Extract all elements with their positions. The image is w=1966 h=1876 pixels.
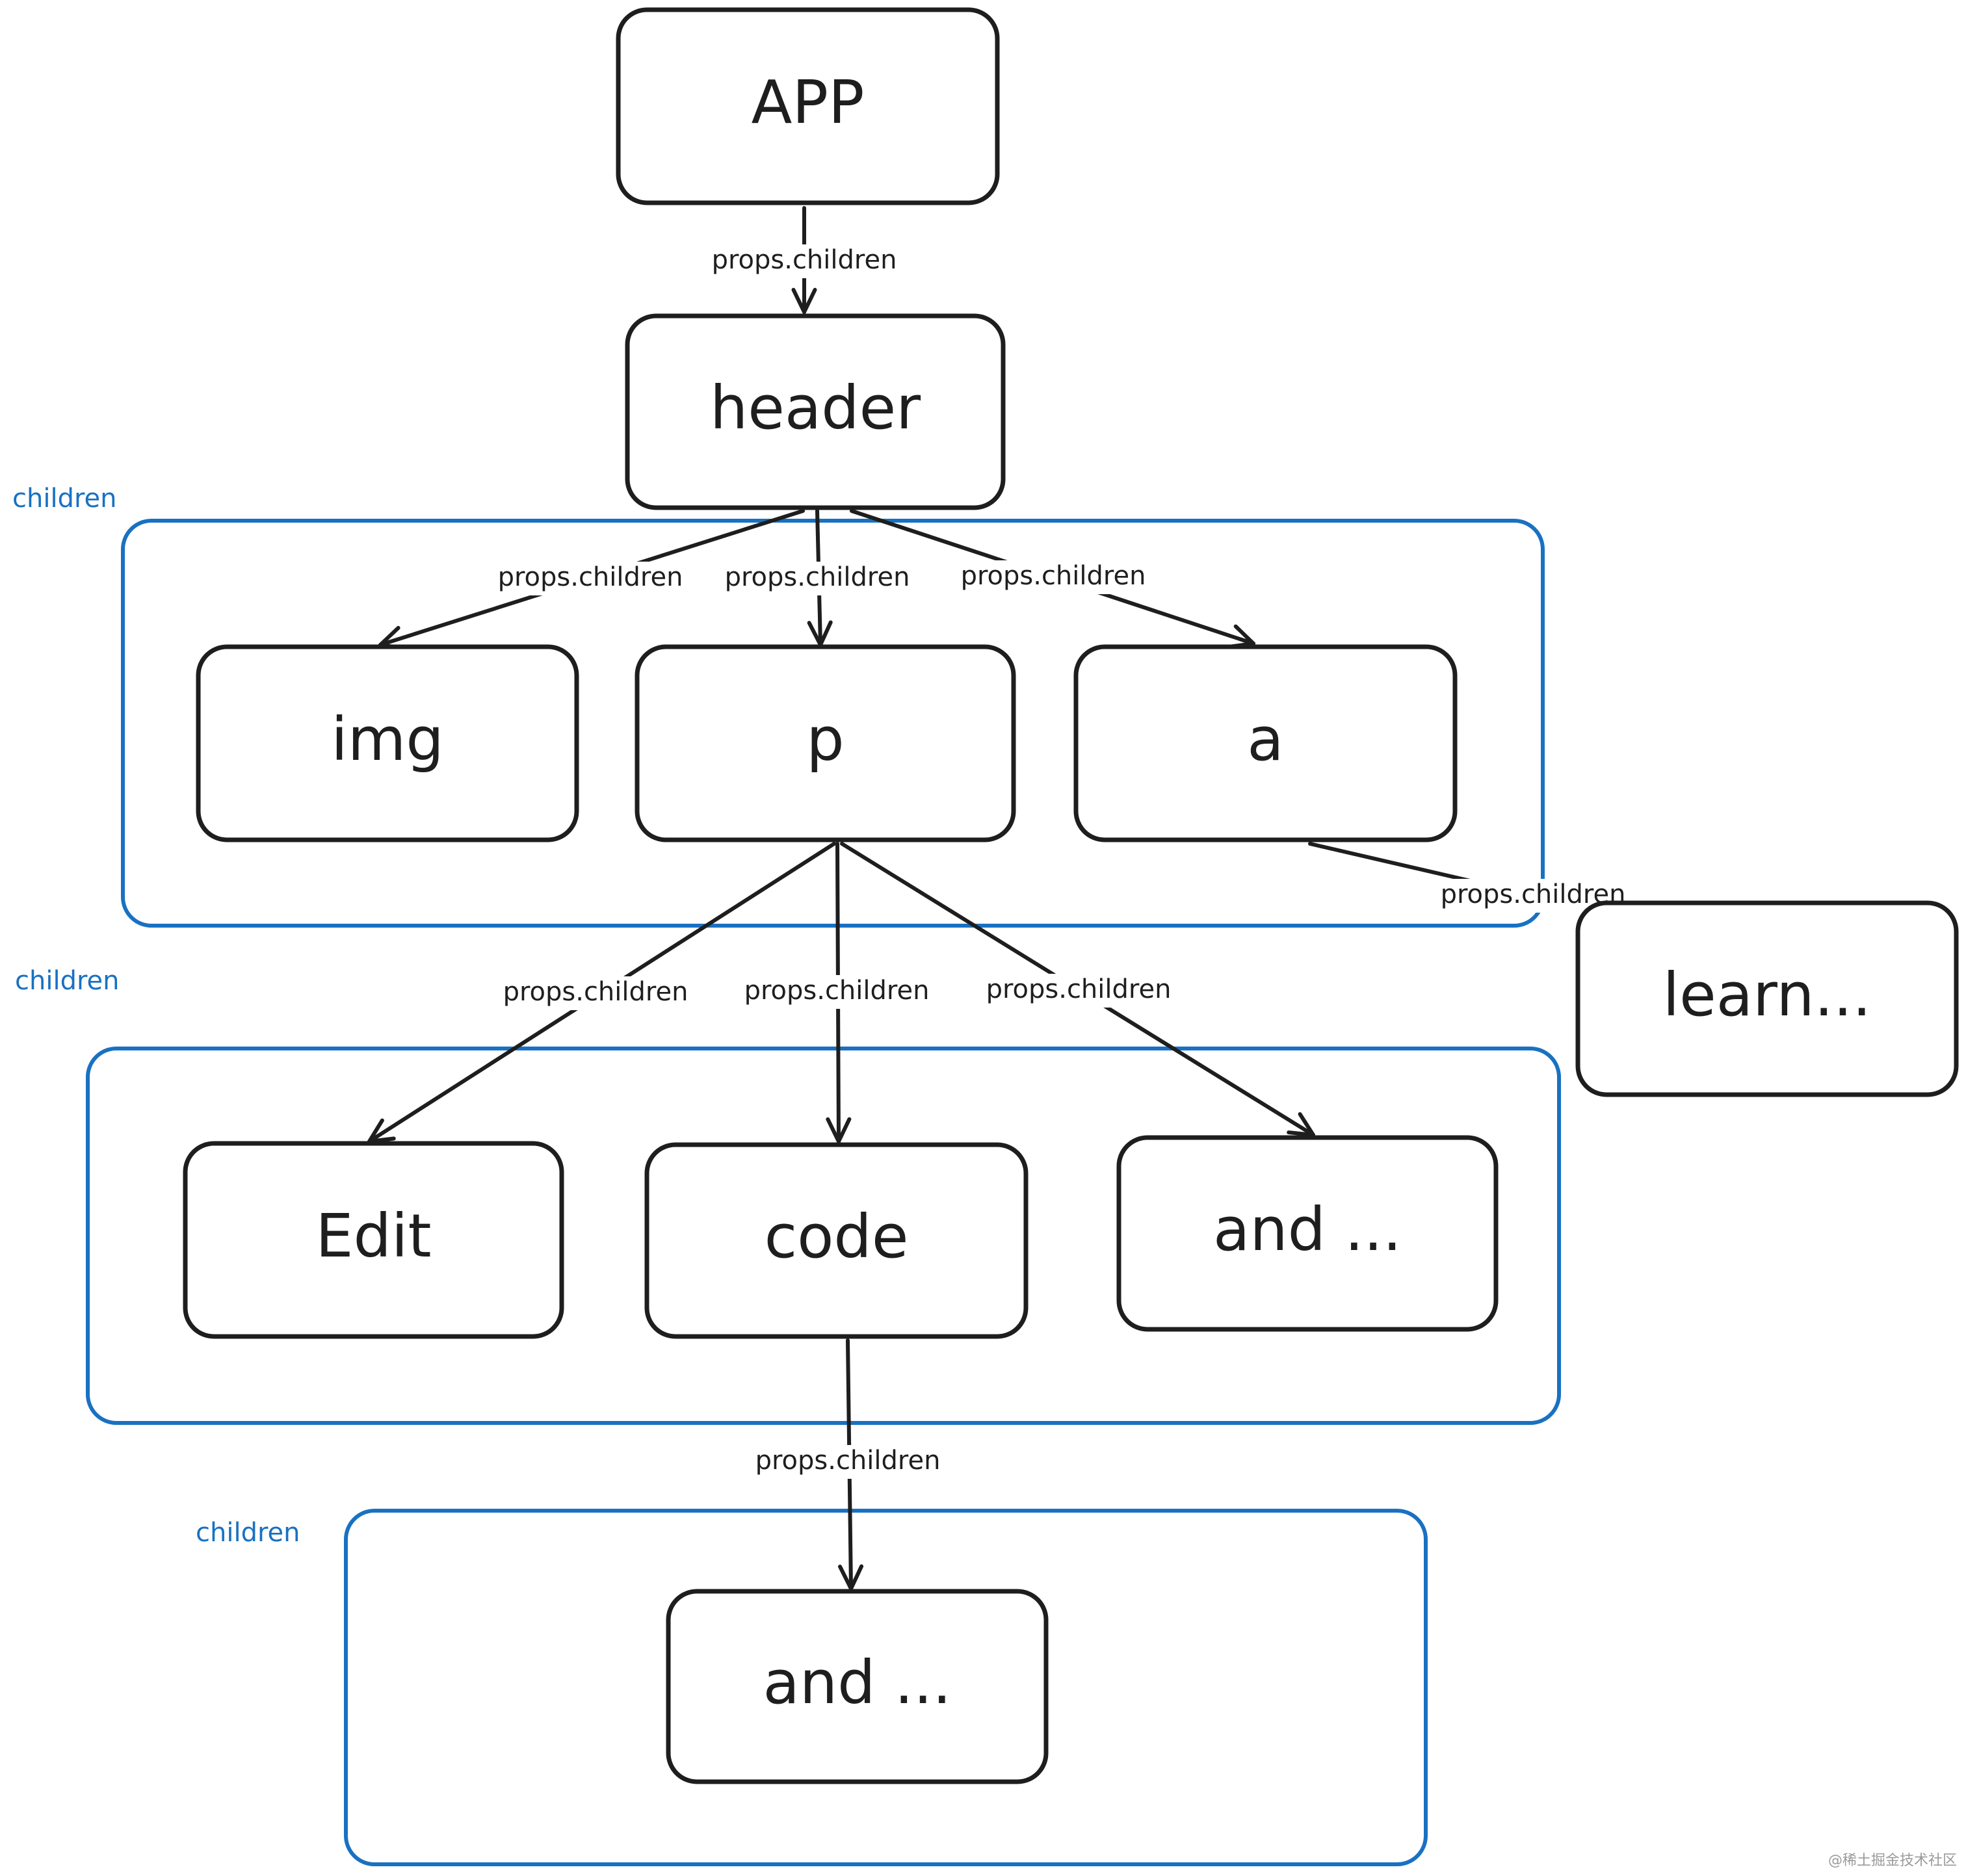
arrowhead-icon — [367, 1118, 396, 1143]
node-label: and ... — [763, 1648, 951, 1717]
edge-label: props.children — [498, 562, 683, 592]
children-group-label: children — [15, 966, 120, 996]
node-learn: learn... — [1575, 900, 1959, 1097]
node-label: code — [765, 1202, 909, 1271]
watermark: @稀土掘金技术社区 — [1828, 1853, 1957, 1869]
edge-code-and2: props.children — [748, 1338, 948, 1591]
node-p: p — [635, 644, 1016, 842]
node-label: Edit — [315, 1201, 431, 1271]
node-code: code — [644, 1142, 1029, 1339]
node-a: a — [1073, 644, 1458, 842]
edge-label: props.children — [712, 245, 897, 275]
node-header: header — [625, 313, 1006, 510]
node-label: p — [806, 705, 844, 774]
node-and1: and ... — [1116, 1135, 1499, 1332]
edge-label: props.children — [725, 562, 910, 592]
node-label: learn... — [1663, 960, 1872, 1030]
edge-label: props.children — [986, 974, 1172, 1004]
node-app: APP — [616, 7, 1000, 205]
node-and2: and ... — [666, 1589, 1049, 1784]
arrowhead-icon — [1287, 1112, 1315, 1137]
node-label: a — [1247, 705, 1283, 774]
node-label: APP — [752, 68, 865, 137]
node-label: header — [710, 373, 921, 443]
edge-label: props.children — [961, 561, 1146, 591]
edge-label: props.children — [744, 976, 930, 1006]
edge-label: props.children — [503, 977, 688, 1007]
node-label: img — [331, 705, 444, 774]
edge-label: props.children — [755, 1446, 941, 1476]
children-group-label: children — [196, 1518, 300, 1548]
edge-app-header: props.children — [704, 206, 904, 314]
node-img: img — [196, 644, 579, 842]
diagram-canvas: children children children props.children p… — [12, 7, 1959, 1866]
node-edit: Edit — [183, 1141, 564, 1339]
node-label: and ... — [1213, 1195, 1402, 1264]
children-group-label: children — [12, 484, 117, 514]
edge-header-p: props.children — [717, 509, 917, 647]
